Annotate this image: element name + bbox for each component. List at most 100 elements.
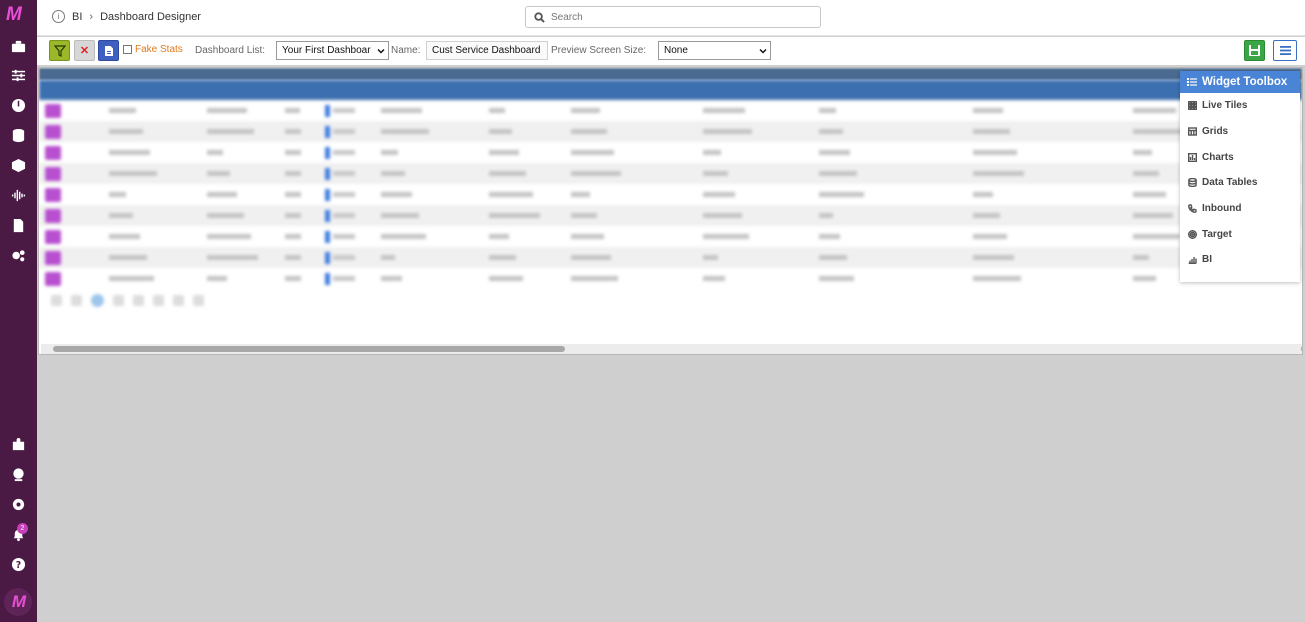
table-row[interactable]: [39, 226, 1302, 247]
cell-text-placeholder: [1133, 171, 1159, 176]
cell-text-placeholder: [1133, 234, 1180, 239]
table-cell: [39, 103, 101, 118]
scrollbar-thumb[interactable]: [53, 346, 565, 352]
help-icon[interactable]: ?: [9, 555, 27, 573]
cell-text-placeholder: [819, 213, 833, 218]
user-avatar[interactable]: M: [4, 588, 32, 616]
menu-button[interactable]: [1273, 40, 1297, 61]
table-row[interactable]: [39, 205, 1302, 226]
table-row[interactable]: [39, 121, 1302, 142]
grid-widget-title-bar[interactable]: [39, 68, 1302, 80]
edit-row-icon[interactable]: [45, 187, 61, 202]
horizontal-scrollbar[interactable]: ›: [41, 344, 1302, 354]
status-pill: [325, 167, 330, 180]
app-logo-icon[interactable]: M: [6, 5, 31, 25]
cell-text-placeholder: [489, 150, 519, 155]
waveform-icon[interactable]: [9, 186, 27, 204]
save-button[interactable]: [1244, 40, 1265, 61]
table-cell: [695, 211, 811, 220]
cell-text-placeholder: [973, 171, 1024, 176]
preview-size-select[interactable]: None: [658, 41, 771, 60]
edit-row-icon[interactable]: [45, 124, 61, 139]
fake-stats-checkbox[interactable]: [123, 45, 132, 54]
toolbox-item-data-tables[interactable]: Data Tables: [1180, 170, 1300, 196]
globe-icon[interactable]: [9, 465, 27, 483]
sliders-icon[interactable]: [9, 66, 27, 84]
table-cell: [199, 148, 277, 157]
table-cell: [39, 208, 101, 223]
settings-gear-icon[interactable]: [9, 495, 27, 513]
designer-canvas[interactable]: ›: [37, 65, 1305, 622]
toolbox-item-label: Data Tables: [1202, 177, 1258, 189]
dashboard-gauge-icon[interactable]: [9, 96, 27, 114]
puzzle-icon[interactable]: [9, 435, 27, 453]
table-row[interactable]: [39, 247, 1302, 268]
toolbox-item-live-tiles[interactable]: Live Tiles: [1180, 93, 1300, 119]
grid-widget[interactable]: ›: [38, 67, 1303, 355]
search-input[interactable]: [551, 11, 801, 23]
database-icon[interactable]: [9, 126, 27, 144]
dashboard-name-field[interactable]: Cust Service Dashboard: [426, 41, 548, 60]
chevron-down-icon: [759, 48, 767, 54]
toolbox-item-grids[interactable]: Grids: [1180, 119, 1300, 145]
table-cell: [695, 169, 811, 178]
report-icon[interactable]: [9, 216, 27, 234]
widget-toolbox-header[interactable]: Widget Toolbox: [1180, 71, 1300, 93]
status-text-placeholder: [333, 129, 355, 134]
table-row[interactable]: [39, 100, 1302, 121]
scroll-right-icon[interactable]: ›: [1300, 344, 1302, 353]
new-document-button[interactable]: [98, 40, 119, 61]
table-row[interactable]: [39, 184, 1302, 205]
toolbox-item-charts[interactable]: Charts: [1180, 144, 1300, 170]
gears-icon[interactable]: [9, 246, 27, 264]
status-pill: [325, 272, 330, 285]
toolbox-item-inbound[interactable]: Inbound: [1180, 196, 1300, 222]
table-cell: [199, 190, 277, 199]
table-cell: [39, 124, 101, 139]
table-icon: [1188, 127, 1197, 136]
toolbox-item-bi[interactable]: BI: [1180, 247, 1300, 273]
edit-row-icon[interactable]: [45, 145, 61, 160]
table-row[interactable]: [39, 163, 1302, 184]
filter-icon: [53, 44, 66, 57]
cell-text-placeholder: [489, 234, 509, 239]
grid-dots-icon: [1188, 101, 1197, 111]
cell-text-placeholder: [1133, 150, 1152, 155]
breadcrumb-root[interactable]: BI: [72, 11, 82, 23]
edit-row-icon[interactable]: [45, 271, 61, 286]
table-cell: [965, 211, 1125, 220]
table-cell: [373, 190, 481, 199]
table-row[interactable]: [39, 142, 1302, 163]
cell-text-placeholder: [285, 108, 300, 113]
preview-size-value: None: [664, 45, 688, 56]
table-cell: [101, 211, 199, 220]
table-row[interactable]: [39, 268, 1302, 289]
edit-row-icon[interactable]: [45, 103, 61, 118]
edit-row-icon[interactable]: [45, 166, 61, 181]
cell-text-placeholder: [381, 234, 426, 239]
cell-text-placeholder: [1133, 192, 1166, 197]
fake-stats-toggle[interactable]: Fake Stats: [123, 44, 183, 55]
toolbox-icon[interactable]: [9, 37, 27, 55]
toolbox-item-label: Target: [1202, 228, 1232, 240]
edit-row-icon[interactable]: [45, 229, 61, 244]
edit-row-icon[interactable]: [45, 208, 61, 223]
cell-text-placeholder: [571, 192, 590, 197]
chevron-right-icon: ›: [89, 10, 94, 23]
filter-button[interactable]: [49, 40, 70, 61]
table-cell: [101, 274, 199, 283]
close-button[interactable]: ✕: [74, 40, 95, 61]
cube-icon[interactable]: [9, 156, 27, 174]
cell-text-placeholder: [703, 171, 728, 176]
toolbox-item-target[interactable]: Target: [1180, 221, 1300, 247]
grid-pager[interactable]: [39, 289, 1302, 311]
dashboard-list-select[interactable]: Your First Dashboar: [276, 41, 389, 60]
close-icon: ✕: [79, 45, 90, 57]
breadcrumb: i BI › Dashboard Designer: [52, 10, 201, 23]
table-cell: [39, 250, 101, 265]
chevron-down-icon: [377, 48, 385, 54]
search-box[interactable]: [525, 6, 821, 28]
cell-text-placeholder: [381, 129, 429, 134]
table-cell: [39, 271, 101, 286]
edit-row-icon[interactable]: [45, 250, 61, 265]
